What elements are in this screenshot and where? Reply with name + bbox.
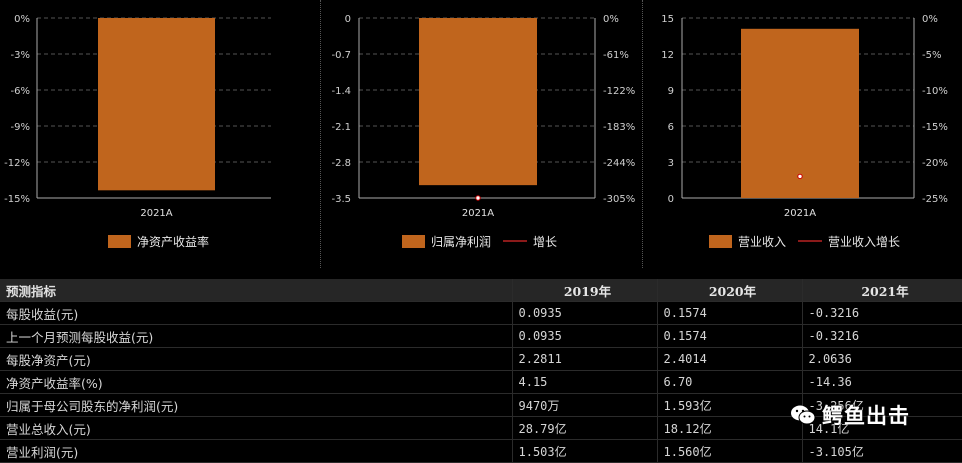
row-value: 0.0935 — [512, 301, 658, 325]
y-tick-label-right: 0% — [922, 14, 938, 25]
header-indicator: 预测指标 — [0, 279, 513, 302]
header-2021: 2021年 — [802, 279, 962, 302]
bar-2021a — [419, 18, 537, 186]
x-category-label: 2021A — [784, 208, 816, 219]
bar-2021a — [98, 18, 215, 191]
legend-swatch-bar — [108, 235, 131, 248]
legend-label: 归属净利润 — [431, 235, 491, 249]
row-label: 每股收益(元) — [0, 301, 513, 325]
revenue-chart: 15 0% 12 -5% 9 -10% 6 -15% 3 -20% 0 -25% 2021A 营业收入 营业… — [661, 14, 948, 249]
row-value: -3.105亿 — [802, 439, 962, 463]
chart-panel-roe: 0% -3% -6% -9% -12% -15% 2021A 净资产收益率 — [0, 0, 320, 268]
row-value: 28.79亿 — [512, 416, 658, 440]
row-label: 净资产收益率(%) — [0, 370, 513, 394]
y-tick-label: -3.5 — [331, 194, 351, 205]
row-label: 归属于母公司股东的净利润(元) — [0, 393, 513, 417]
legend-label: 营业收入增长 — [828, 235, 900, 249]
row-label: 上一个月预测每股收益(元) — [0, 324, 513, 348]
y-tick-label-right: -10% — [922, 86, 948, 97]
row-value: 2.4014 — [657, 347, 803, 371]
y-tick-label-right: -61% — [603, 50, 629, 61]
header-2019: 2019年 — [512, 279, 658, 302]
y-tick-label-right: -122% — [603, 86, 635, 97]
y-tick-label-right: -20% — [922, 158, 948, 169]
chart-panel-net-profit: 0 0% -0.7 -61% -1.4 -122% -2.1 -183% -2.8 -244% -3… — [321, 0, 642, 268]
row-label: 每股净资产(元) — [0, 347, 513, 371]
y-tick-label: 0 — [668, 194, 674, 205]
y-tick-label: 12 — [661, 50, 674, 61]
legend-label: 净资产收益率 — [137, 234, 209, 249]
table-row: 净资产收益率(%) 4.15 6.70 -14.36 — [0, 370, 962, 394]
wechat-icon — [791, 405, 816, 425]
row-label: 营业总收入(元) — [0, 416, 513, 440]
row-value: 0.1574 — [657, 324, 803, 348]
row-value: -14.36 — [802, 370, 962, 394]
y-tick-label: 15 — [661, 14, 674, 25]
row-value: 9470万 — [512, 393, 658, 417]
y-tick-label-right: -305% — [603, 194, 635, 205]
table-row: 上一个月预测每股收益(元) 0.0935 0.1574 -0.3216 — [0, 324, 962, 348]
table-row: 每股净资产(元) 2.2811 2.4014 2.0636 — [0, 347, 962, 371]
row-value: 18.12亿 — [657, 416, 803, 440]
row-value: 4.15 — [512, 370, 658, 394]
legend-label: 增长 — [533, 235, 557, 249]
y-tick-label: -2.1 — [331, 122, 351, 133]
legend-label: 营业收入 — [738, 235, 786, 249]
table-row: 营业利润(元) 1.503亿 1.560亿 -3.105亿 — [0, 439, 962, 463]
watermark: 鳄鱼出击 — [790, 400, 910, 430]
chart-panel-revenue: 15 0% 12 -5% 9 -10% 6 -15% 3 -20% 0 -25% 2021A 营业收入 营业… — [643, 0, 962, 268]
row-label: 营业利润(元) — [0, 439, 513, 463]
y-tick-label-right: -25% — [922, 194, 948, 205]
y-tick-label-right: 0% — [603, 14, 619, 25]
y-tick-label: 9 — [668, 86, 674, 97]
net-profit-chart: 0 0% -0.7 -61% -1.4 -122% -2.1 -183% -2.8 -244% -3… — [331, 14, 635, 249]
y-tick-label-right: -15% — [922, 122, 948, 133]
y-tick-label: -9% — [11, 122, 30, 133]
y-tick-label: -0.7 — [331, 50, 351, 61]
growth-point — [797, 173, 803, 180]
table-header-row: 预测指标 2019年 2020年 2021年 — [0, 279, 962, 302]
table-row: 每股收益(元) 0.0935 0.1574 -0.3216 — [0, 301, 962, 325]
row-value: 6.70 — [657, 370, 803, 394]
header-2020: 2020年 — [657, 279, 803, 302]
y-tick-label: 6 — [668, 122, 674, 133]
y-tick-label: -1.4 — [331, 86, 351, 97]
watermark-text: 鳄鱼出击 — [822, 404, 910, 428]
y-tick-label: 3 — [668, 158, 674, 169]
row-value: 2.0636 — [802, 347, 962, 371]
y-tick-label: -2.8 — [331, 158, 351, 169]
y-tick-label: 0% — [14, 14, 30, 25]
x-category-label: 2021A — [462, 208, 494, 219]
y-tick-label-right: -5% — [922, 50, 941, 61]
forecast-table: 预测指标 2019年 2020年 2021年 每股收益(元) 0.0935 0.15… — [0, 279, 962, 463]
row-value: -0.3216 — [802, 301, 962, 325]
y-tick-label: 0 — [345, 14, 351, 25]
legend-swatch-bar — [709, 235, 732, 248]
growth-point — [475, 195, 481, 201]
x-category-label: 2021A — [140, 208, 172, 219]
bar-2021a — [741, 28, 859, 198]
y-tick-label: -12% — [4, 158, 30, 169]
legend-swatch-bar — [402, 235, 425, 248]
row-value: 1.560亿 — [657, 439, 803, 463]
row-value: 1.593亿 — [657, 393, 803, 417]
row-value: 1.503亿 — [512, 439, 658, 463]
y-tick-label: -6% — [11, 86, 30, 97]
y-tick-label-right: -183% — [603, 122, 635, 133]
row-value: 0.0935 — [512, 324, 658, 348]
roe-chart: 0% -3% -6% -9% -12% -15% 2021A 净资产收益率 — [4, 14, 271, 249]
y-tick-label-right: -244% — [603, 158, 635, 169]
y-tick-label: -15% — [4, 194, 30, 205]
row-value: 0.1574 — [657, 301, 803, 325]
row-value: -0.3216 — [802, 324, 962, 348]
forecast-table-container: 预测指标 2019年 2020年 2021年 每股收益(元) 0.0935 0.15… — [0, 279, 962, 463]
y-tick-label: -3% — [11, 50, 30, 61]
row-value: 2.2811 — [512, 347, 658, 371]
